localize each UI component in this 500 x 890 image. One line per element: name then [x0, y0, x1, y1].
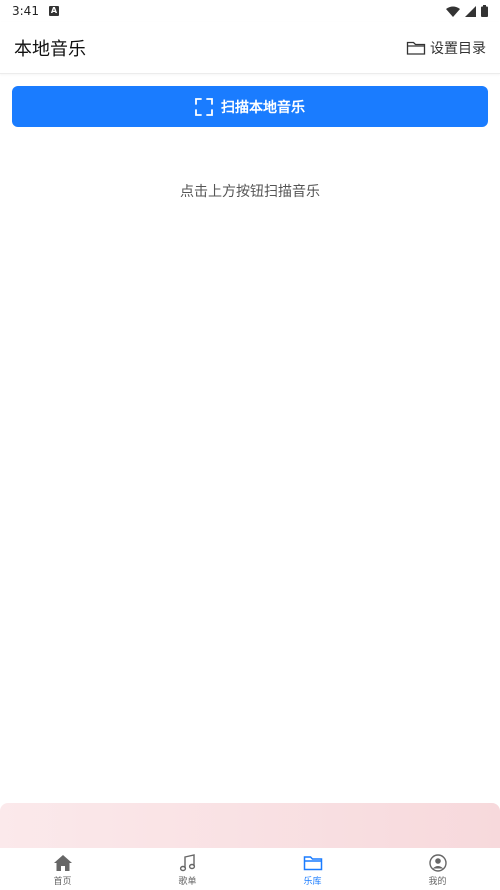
- home-icon: [53, 855, 72, 871]
- signal-icon: [465, 5, 476, 17]
- battery-icon: [481, 5, 488, 17]
- tab-mine-label: 我的: [428, 877, 447, 887]
- scan-button-label: 扫描本地音乐: [221, 99, 305, 116]
- folder-icon: [406, 41, 426, 55]
- status-time: 3:41: [12, 4, 39, 18]
- notification-a-icon: A: [48, 6, 59, 16]
- tab-home[interactable]: 首页: [0, 848, 125, 890]
- tab-home-label: 首页: [53, 877, 72, 887]
- empty-state-hint: 点击上方按钮扫描音乐: [180, 184, 320, 200]
- scan-icon: [195, 97, 213, 116]
- scan-local-music-button[interactable]: 扫描本地音乐: [12, 86, 488, 127]
- app-header: 本地音乐 设置目录: [0, 22, 500, 74]
- bottom-tab-bar: 首页 歌单 乐库 我的: [0, 848, 500, 890]
- user-icon: [428, 854, 447, 872]
- page-title: 本地音乐: [14, 38, 86, 60]
- tab-library[interactable]: 乐库: [250, 848, 375, 890]
- tab-playlist[interactable]: 歌单: [125, 848, 250, 890]
- set-directory-label: 设置目录: [430, 40, 486, 57]
- folder-icon: [303, 856, 322, 871]
- set-directory-button[interactable]: 设置目录: [406, 38, 486, 58]
- tab-playlist-label: 歌单: [178, 877, 197, 887]
- mini-player-bar[interactable]: [0, 803, 500, 848]
- tab-library-label: 乐库: [303, 877, 322, 887]
- music-note-icon: [179, 854, 195, 872]
- tab-mine[interactable]: 我的: [375, 848, 500, 890]
- wifi-icon: [446, 6, 460, 17]
- status-bar: 3:41 A: [0, 0, 500, 22]
